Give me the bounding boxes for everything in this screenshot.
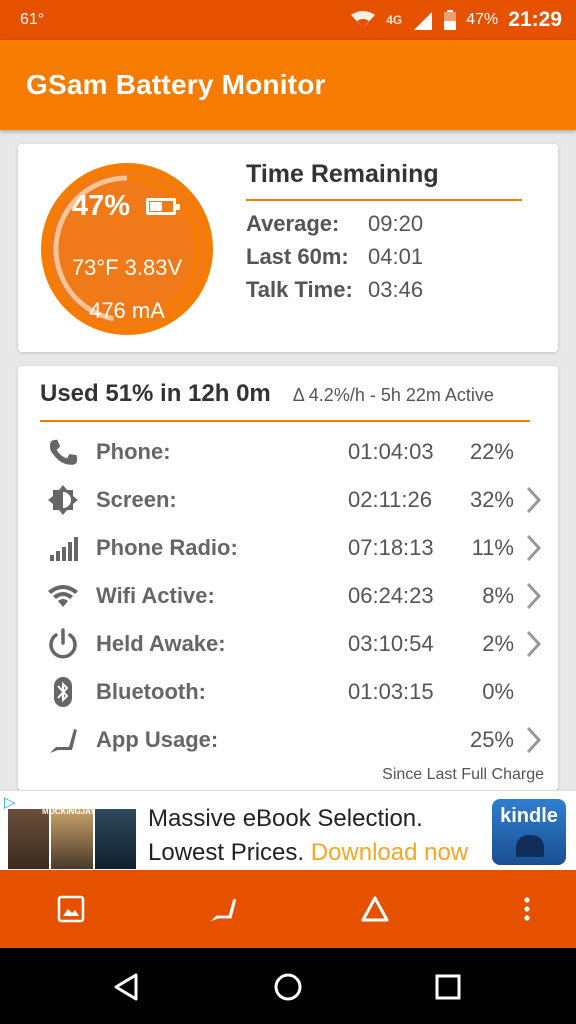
time-remaining-label: Last 60m: [246,244,349,269]
time-remaining-value: 04:01 [368,244,424,269]
time-remaining-row-talktime: Talk Time: 03:46 [246,277,522,302]
usage-row-screen[interactable]: Screen: 02:11:26 32% [18,476,558,524]
chevron-right-icon[interactable] [524,629,542,659]
usage-row-name: Held Awake: [96,631,226,656]
delta-icon [361,896,389,922]
kindle-brand: kindle [500,805,558,827]
bottom-toolbar [0,870,576,948]
time-remaining-title: Time Remaining [246,160,522,201]
app-usage-icon [46,723,80,757]
usage-row-wifi[interactable]: Wifi Active: 06:24:23 8% [18,572,558,620]
usage-row-percent: 22% [469,439,514,464]
time-remaining-value: 09:20 [368,211,424,236]
usage-row-name: Screen: [96,487,177,512]
bluetooth-icon [46,675,80,709]
more-vertical-icon [524,897,530,921]
usage-row-percent: 2% [482,631,514,656]
usage-row-held-awake[interactable]: Held Awake: 03:10:54 2% [18,620,558,668]
usage-row-bluetooth[interactable]: Bluetooth: 01:03:15 0% [18,668,558,716]
usage-row-time: 01:03:15 [348,679,434,704]
cell-signal-icon [414,12,433,30]
usage-row-time: 06:24:23 [348,583,434,608]
book-covers-image [8,809,136,869]
overflow-menu-button[interactable] [510,892,544,926]
network-type: 4G [386,13,403,27]
ad-subline: Lowest Prices. Download now [148,839,468,867]
time-remaining-row-last60m: Last 60m: 04:01 [246,244,522,269]
ad-banner[interactable]: ▷ MOCKINGJAY Massive eBook Selection. Lo… [0,790,576,870]
usage-row-percent: 25% [469,727,514,752]
app-usage-icon [210,898,237,922]
phone-icon [46,435,80,469]
delta-button[interactable] [358,892,392,926]
usage-row-percent: 8% [482,583,514,608]
chevron-right-icon[interactable] [524,485,542,515]
usage-row-time: 03:10:54 [348,631,434,656]
usage-row-percent: 11% [471,535,514,560]
usage-row-phone-radio[interactable]: Phone Radio: 07:18:13 11% [18,524,558,572]
chevron-right-icon[interactable] [524,581,542,611]
usage-row-time: 01:04:03 [348,439,434,464]
ad-headline: Massive eBook Selection. [148,805,423,832]
wifi-status-icon [351,11,376,28]
app-title: GSam Battery Monitor [26,69,326,100]
usage-row-time: 07:18:13 [348,535,434,560]
usage-headline: Used 51% in 12h 0m [40,380,271,407]
usage-row-name: App Usage: [96,727,219,752]
usage-card: Used 51% in 12h 0m Δ 4.2%/h - 5h 22m Act… [18,366,558,790]
usage-row-name: Bluetooth: [96,679,206,704]
recents-icon[interactable] [431,970,465,1004]
app-bar: GSam Battery Monitor [0,40,576,130]
usage-row-name: Phone: [96,439,171,464]
app-usage-button[interactable] [206,892,240,926]
battery-level-percent: 47% [72,190,131,222]
system-nav-bar [0,948,576,1024]
since-last-full-charge: Since Last Full Charge [382,766,544,783]
time-remaining-row-average: Average: 09:20 [246,211,522,236]
time-remaining-panel: Time Remaining Average: 09:20 Last 60m: … [246,160,522,302]
usage-row-percent: 32% [469,487,514,512]
usage-header: Used 51% in 12h 0m Δ 4.2%/h - 5h 22m Act… [40,380,550,408]
home-icon[interactable] [271,970,305,1004]
temperature-voltage: 73°F 3.83V [71,255,183,280]
battery-status-icon [444,10,457,30]
image-button[interactable] [54,892,88,926]
battery-gauge[interactable]: 47% 73°F 3.83V 476 mA [38,160,216,338]
usage-row-app-usage[interactable]: App Usage: 25% [18,716,558,764]
usage-row-percent: 0% [482,679,514,704]
current-draw: 476 mA [89,298,165,323]
book-title: MOCKINGJAY [42,807,96,816]
chevron-right-icon[interactable] [524,725,542,755]
status-bar: 61° 4G 47% 21:29 [0,0,576,40]
battery-icon [146,198,180,215]
screen-brightness-icon [46,483,80,517]
wifi-icon [46,579,80,613]
battery-percent: 47% [466,11,499,28]
power-icon [46,627,80,661]
back-icon[interactable] [110,970,144,1004]
signal-bars-icon [46,531,80,565]
ad-subline-text: Lowest Prices. [148,839,311,866]
time-remaining-value: 03:46 [368,277,424,302]
time-remaining-label: Average: [246,211,340,236]
clock: 21:29 [508,8,562,31]
kindle-logo: kindle [492,799,566,865]
temperature-indicator: 61° [20,11,45,28]
usage-row-name: Phone Radio: [96,535,238,560]
ad-download-link[interactable]: Download now [311,839,468,866]
usage-rate: Δ 4.2%/h - 5h 22m Active [292,385,494,405]
time-remaining-label: Talk Time: [246,277,353,302]
battery-summary-card[interactable]: 47% 73°F 3.83V 476 mA Time Remaining Ave… [18,144,558,352]
image-icon [57,895,85,923]
divider [40,420,530,422]
usage-row-phone[interactable]: Phone: 01:04:03 22% [18,428,558,476]
usage-row-name: Wifi Active: [96,583,215,608]
usage-row-time: 02:11:26 [348,487,433,512]
chevron-right-icon[interactable] [524,533,542,563]
